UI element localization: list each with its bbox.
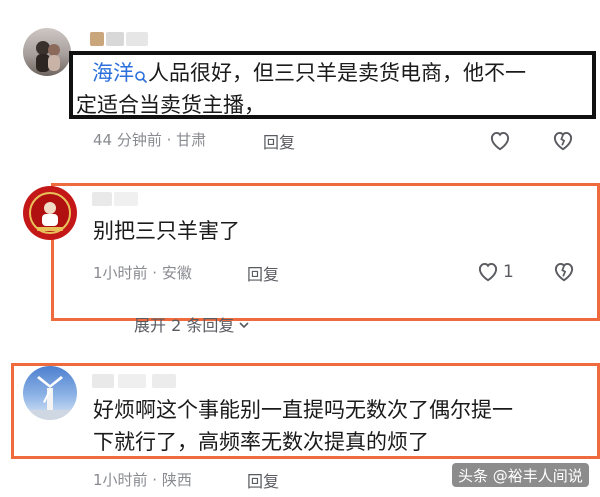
heart-icon[interactable] [487, 127, 513, 153]
reply-button[interactable]: 回复 [247, 468, 279, 492]
comment-text-line2: 下就行了，高频率无数次提真的烦了 [93, 430, 429, 454]
comment-time-location: 1小时前 · 安徽 [93, 264, 192, 282]
expand-replies-label: 展开 2 条回复 [134, 316, 235, 335]
broken-heart-icon[interactable] [550, 127, 576, 153]
watermark: 头条 @裕丰人间说 [452, 463, 589, 487]
username-blurred [92, 190, 162, 206]
comment-time-location: 44 分钟前 · 甘肃 [93, 131, 207, 149]
heart-icon[interactable] [475, 258, 501, 284]
expand-replies-button[interactable]: 展开 2 条回复 [134, 313, 251, 335]
like-count: 1 [503, 262, 514, 282]
comment-text: 海洋 人品很好，但三只羊是卖货电商，他不一 [92, 60, 526, 85]
comment-text-line2: 定适合当卖货主播， [76, 93, 265, 117]
search-icon [134, 60, 148, 84]
username-link[interactable]: 海洋 [92, 61, 134, 85]
avatar[interactable] [23, 186, 77, 240]
reply-button[interactable]: 回复 [247, 261, 279, 285]
chevron-down-icon [237, 317, 251, 331]
reply-button[interactable]: 回复 [263, 129, 295, 153]
comment-text: 别把三只羊害了 [93, 219, 240, 243]
username-blurred [90, 30, 160, 46]
broken-heart-icon[interactable] [551, 258, 577, 284]
avatar[interactable] [23, 366, 77, 420]
comment-text: 好烦啊这个事能别一直提吗无数次了偶尔提一 [93, 398, 513, 422]
comment-time-location: 1小时前 · 陕西 [93, 471, 192, 489]
username-blurred [92, 372, 222, 388]
avatar[interactable] [23, 28, 71, 76]
watermark-text: 头条 @裕丰人间说 [458, 466, 583, 485]
